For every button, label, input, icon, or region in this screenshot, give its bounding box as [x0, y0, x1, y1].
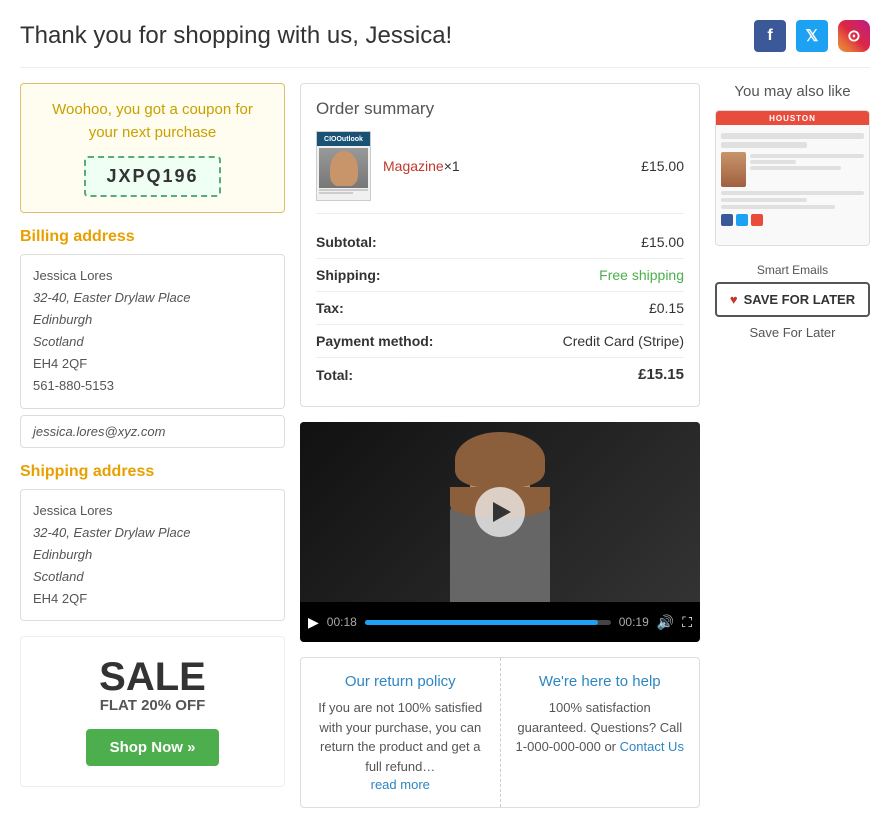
video-controls: ▶ 00:18 00:19 🔊 ⛶ [300, 602, 700, 642]
order-summary-section: Order summary CIOOutlook [300, 83, 700, 407]
contact-link[interactable]: Contact Us [620, 739, 684, 754]
tax-row: Tax: £0.15 [316, 292, 684, 325]
billing-region: Scotland [33, 331, 272, 353]
shipping-title: Shipping address [20, 463, 285, 481]
total-label: Total: [316, 367, 353, 383]
tax-label: Tax: [316, 300, 344, 316]
coupon-text-line1: Woohoo, you got a coupon for [52, 101, 253, 118]
coupon-box: Woohoo, you got a coupon for your next p… [20, 83, 285, 213]
current-time: 00:18 [327, 615, 357, 629]
shipping-city: Edinburgh [33, 544, 272, 566]
billing-address-section: Billing address Jessica Lores 32-40, Eas… [20, 228, 285, 448]
recommended-product[interactable]: HOUSTON [715, 110, 870, 246]
billing-phone: 561-880-5153 [33, 375, 272, 397]
total-row: Total: £15.15 [316, 358, 684, 391]
shipping-address-box: Jessica Lores 32-40, Easter Drylaw Place… [20, 489, 285, 621]
product-name-link[interactable]: Magazine [383, 158, 444, 174]
summary-rows: Subtotal: £15.00 Shipping: Free shipping… [316, 226, 684, 391]
shipping-name: Jessica Lores [33, 500, 272, 522]
payment-value: Credit Card (Stripe) [563, 333, 684, 349]
shop-now-button[interactable]: Shop Now » [86, 729, 220, 766]
subtotal-value: £15.00 [641, 234, 684, 250]
return-policy-panel: Our return policy If you are not 100% sa… [301, 658, 501, 807]
total-value: £15.15 [638, 366, 684, 383]
billing-address1: 32-40, Easter Drylaw Place [33, 287, 272, 309]
shipping-row: Shipping: Free shipping [316, 259, 684, 292]
shipping-postcode: EH4 2QF [33, 588, 272, 610]
play-button[interactable] [475, 487, 525, 537]
fullscreen-button[interactable]: ⛶ [682, 614, 692, 631]
shipping-address-section: Shipping address Jessica Lores 32-40, Ea… [20, 463, 285, 621]
save-for-later-label: Save For Later [715, 325, 870, 340]
play-pause-button[interactable]: ▶ [308, 614, 319, 631]
page-title: Thank you for shopping with us, Jessica! [20, 22, 452, 50]
twitter-icon[interactable]: 𝕏 [796, 20, 828, 52]
progress-bar[interactable] [365, 620, 611, 625]
product-thumbnail: CIOOutlook [316, 131, 371, 201]
facebook-icon[interactable]: f [754, 20, 786, 52]
save-for-later-button[interactable]: ♥ SAVE FOR LATER [715, 282, 870, 317]
shipping-region: Scotland [33, 566, 272, 588]
shipping-address1: 32-40, Easter Drylaw Place [33, 522, 272, 544]
progress-fill [365, 620, 599, 625]
product-qty: ×1 [444, 158, 460, 174]
recommended-product-label: Smart Emails [715, 258, 870, 282]
shipping-value: Free shipping [599, 267, 684, 283]
sale-title: SALE [41, 657, 264, 697]
product-price: £15.00 [641, 158, 684, 174]
you-may-like-heading: You may also like [715, 83, 870, 100]
shipping-label: Shipping: [316, 267, 381, 283]
help-panel: We're here to help 100% satisfaction gua… [501, 658, 700, 807]
billing-postcode: EH4 2QF [33, 353, 272, 375]
bottom-panels: Our return policy If you are not 100% sa… [300, 657, 700, 808]
product-row: CIOOutlook [316, 131, 684, 214]
tax-value: £0.15 [649, 300, 684, 316]
return-policy-title: Our return policy [316, 673, 485, 690]
help-text: 100% satisfaction guaranteed. Questions?… [516, 698, 685, 757]
billing-address-box: Jessica Lores 32-40, Easter Drylaw Place… [20, 254, 285, 409]
subtotal-row: Subtotal: £15.00 [316, 226, 684, 259]
read-more-link[interactable]: read more [371, 777, 430, 792]
payment-row: Payment method: Credit Card (Stripe) [316, 325, 684, 358]
save-btn-label: SAVE FOR LATER [744, 292, 855, 307]
sale-subtitle: FLAT 20% OFF [41, 697, 264, 714]
sale-box: SALE FLAT 20% OFF Shop Now » [20, 636, 285, 787]
volume-button[interactable]: 🔊 [657, 614, 674, 631]
order-summary-title: Order summary [316, 99, 684, 119]
billing-email: jessica.lores@xyz.com [20, 415, 285, 448]
instagram-icon[interactable]: ⊙ [838, 20, 870, 52]
coupon-text-line2: your next purchase [89, 124, 217, 141]
payment-label: Payment method: [316, 333, 433, 349]
return-policy-text: If you are not 100% satisfied with your … [316, 698, 485, 776]
right-sidebar: You may also like HOUSTON [715, 83, 870, 808]
help-title: We're here to help [516, 673, 685, 690]
billing-name: Jessica Lores [33, 265, 272, 287]
coupon-code[interactable]: JXPQ196 [84, 156, 220, 197]
video-player[interactable]: ▶ 00:18 00:19 🔊 ⛶ [300, 422, 700, 642]
heart-icon: ♥ [730, 292, 738, 307]
billing-city: Edinburgh [33, 309, 272, 331]
total-time: 00:19 [619, 615, 649, 629]
subtotal-label: Subtotal: [316, 234, 377, 250]
billing-title: Billing address [20, 228, 285, 246]
